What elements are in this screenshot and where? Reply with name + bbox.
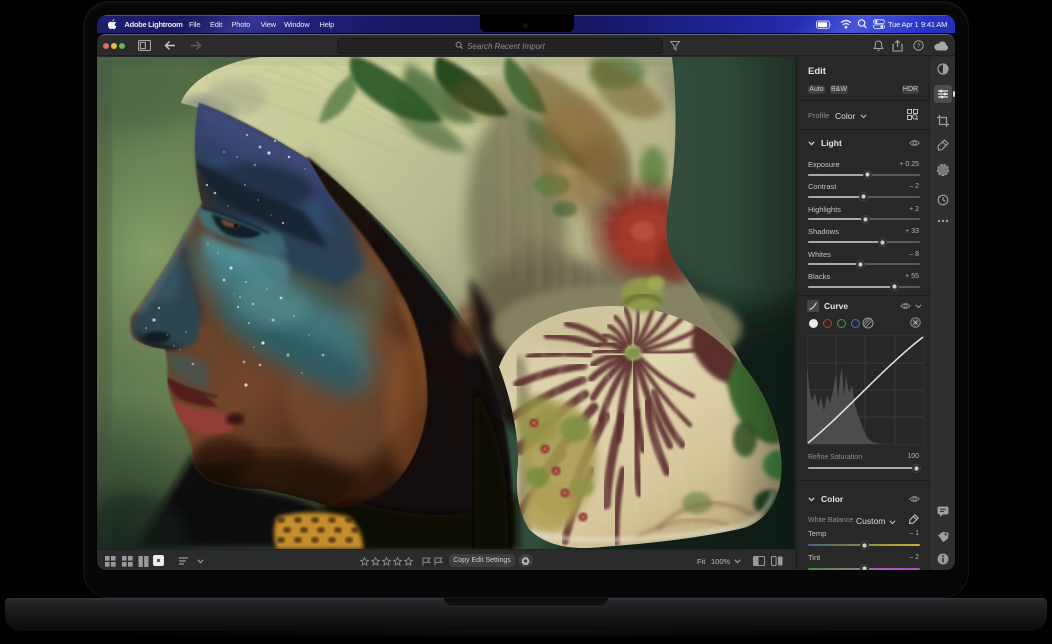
svg-text:?: ? (917, 43, 921, 50)
